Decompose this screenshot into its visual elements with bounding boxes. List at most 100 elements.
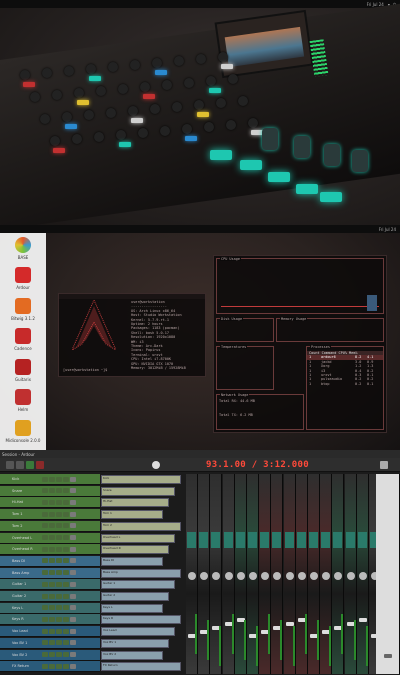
pan-knob[interactable] (249, 572, 257, 580)
track-header[interactable]: Guitar 1 (0, 579, 100, 591)
track-header[interactable]: Hi-Hat (0, 497, 100, 509)
track-toggle-button[interactable] (63, 652, 69, 657)
track-toggle-button[interactable] (42, 535, 48, 540)
pan-knob[interactable] (334, 572, 343, 580)
track-header[interactable]: Overhead L (0, 532, 100, 544)
insert-slot[interactable] (357, 532, 367, 548)
audio-region[interactable]: Tom 1 (101, 510, 163, 520)
track-header[interactable]: Tom 1 (0, 509, 100, 521)
insert-slot[interactable] (296, 532, 306, 548)
audio-region[interactable]: Bass Amp (101, 568, 181, 578)
track-header[interactable]: Bass Amp (0, 567, 100, 579)
insert-slot[interactable] (333, 532, 343, 548)
track-toggle-button[interactable] (42, 640, 48, 646)
track-toggle-button[interactable] (70, 476, 76, 482)
track-toggle-button[interactable] (56, 488, 62, 494)
insert-slot[interactable] (211, 532, 221, 548)
track-toggle-button[interactable] (42, 499, 48, 505)
track-toggle-button[interactable] (42, 558, 48, 564)
track-toggle-button[interactable] (63, 593, 69, 599)
track-toggle-button[interactable] (49, 558, 55, 564)
track-toggle-button[interactable] (49, 511, 55, 517)
track-toggle-button[interactable] (63, 628, 69, 634)
track-toggle-button[interactable] (63, 511, 69, 517)
audio-region[interactable]: Bass DI (101, 556, 163, 566)
track-toggle-button[interactable] (49, 535, 55, 540)
track-header[interactable]: Snare (0, 485, 100, 497)
track-header[interactable]: Vox BV 1 (0, 637, 100, 649)
track-toggle-button[interactable] (49, 652, 55, 657)
track-toggle-button[interactable] (63, 558, 69, 564)
pan-knob[interactable] (273, 572, 282, 580)
track-toggle-button[interactable] (56, 628, 62, 634)
master-fader[interactable] (384, 654, 392, 658)
track-toggle-button[interactable] (56, 652, 62, 657)
track-toggle-button[interactable] (63, 616, 69, 622)
mixer-toggle-button[interactable] (380, 461, 388, 469)
audio-region[interactable]: Vox Lead (101, 627, 175, 637)
track-toggle-button[interactable] (42, 546, 48, 552)
track-toggle-button[interactable] (49, 616, 55, 622)
insert-slot[interactable] (321, 532, 331, 548)
insert-slot[interactable] (345, 532, 355, 548)
track-toggle-button[interactable] (56, 605, 62, 611)
track-toggle-button[interactable] (56, 546, 62, 552)
stop-button[interactable] (16, 461, 24, 469)
track-toggle-button[interactable] (70, 640, 76, 646)
audio-region[interactable]: Vox BV 2 (101, 650, 163, 660)
track-toggle-button[interactable] (49, 663, 55, 669)
process-table[interactable]: Count Command CPU% Mem% 1 ardour6 8.2 4.1 1 ja… (307, 351, 383, 386)
audio-region[interactable]: Snare (101, 486, 175, 496)
track-toggle-button[interactable] (42, 652, 48, 657)
audio-region[interactable]: Overhead L (101, 533, 175, 543)
track-toggle-button[interactable] (56, 663, 62, 669)
insert-slot[interactable] (309, 532, 318, 548)
insert-slot[interactable] (260, 532, 270, 548)
track-toggle-button[interactable] (42, 628, 48, 634)
track-toggle-button[interactable] (49, 523, 55, 529)
dock-item-guitarix[interactable]: Guitarix (0, 358, 46, 388)
track-toggle-button[interactable] (49, 605, 55, 611)
track-toggle-button[interactable] (70, 535, 76, 540)
track-header[interactable]: Kick (0, 474, 100, 485)
insert-slot[interactable] (199, 532, 209, 548)
track-toggle-button[interactable] (49, 570, 55, 576)
track-toggle-button[interactable] (42, 476, 48, 482)
track-toggle-button[interactable] (49, 488, 55, 494)
track-toggle-button[interactable] (63, 523, 69, 529)
track-toggle-button[interactable] (70, 546, 76, 552)
track-toggle-button[interactable] (70, 499, 76, 505)
track-toggle-button[interactable] (63, 546, 69, 552)
pan-knob[interactable] (200, 572, 209, 580)
track-toggle-button[interactable] (49, 593, 55, 599)
track-toggle-button[interactable] (70, 523, 76, 529)
insert-slot[interactable] (248, 532, 257, 548)
track-header[interactable]: Keys R (0, 614, 100, 626)
dock-item-base[interactable]: BASE (0, 237, 46, 266)
pan-knob[interactable] (310, 572, 318, 580)
terminal-prompt[interactable]: [user@workstation ~]$ (61, 368, 107, 372)
track-toggle-button[interactable] (63, 499, 69, 505)
pan-knob[interactable] (346, 572, 355, 580)
track-toggle-button[interactable] (56, 476, 62, 482)
pan-knob[interactable] (285, 572, 294, 580)
pan-knob[interactable] (261, 572, 270, 580)
pan-knob[interactable] (322, 572, 331, 580)
audio-region[interactable]: Kick (101, 475, 181, 484)
track-toggle-button[interactable] (63, 605, 69, 611)
track-toggle-button[interactable] (49, 581, 55, 587)
track-toggle-button[interactable] (49, 628, 55, 634)
channel-fader[interactable] (358, 618, 367, 622)
track-toggle-button[interactable] (56, 570, 62, 576)
track-toggle-button[interactable] (70, 663, 76, 669)
track-toggle-button[interactable] (49, 476, 55, 482)
pan-knob[interactable] (224, 572, 233, 580)
track-toggle-button[interactable] (56, 558, 62, 564)
track-toggle-button[interactable] (63, 570, 69, 576)
process-row[interactable]: 1 btop 0.2 0.1 (307, 382, 383, 386)
track-toggle-button[interactable] (70, 558, 76, 564)
track-toggle-button[interactable] (63, 663, 69, 669)
track-toggle-button[interactable] (42, 581, 48, 587)
track-toggle-button[interactable] (70, 511, 76, 517)
track-header[interactable]: Bass DI (0, 555, 100, 567)
